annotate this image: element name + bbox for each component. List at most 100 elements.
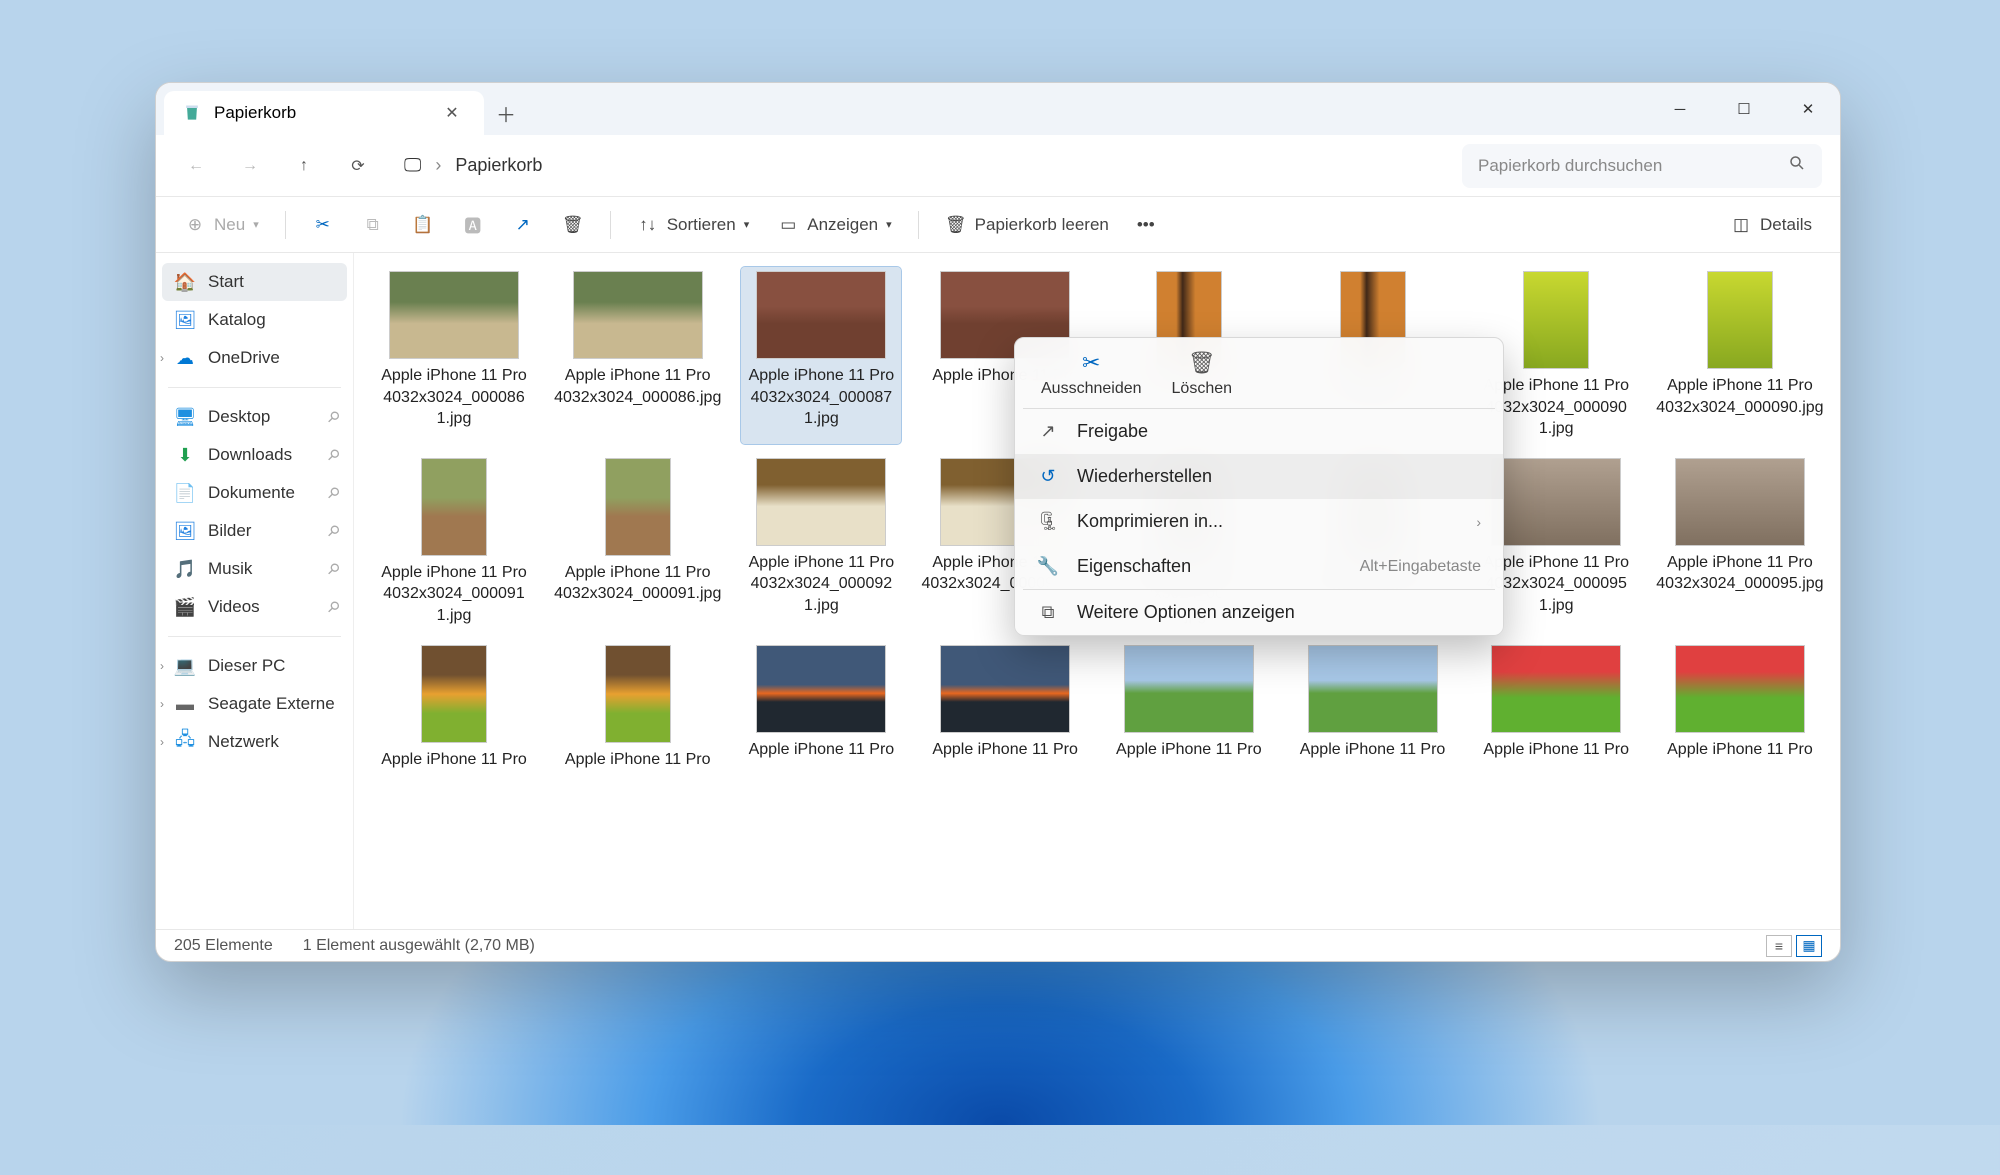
ctx-share[interactable]: ↗ Freigabe bbox=[1015, 409, 1503, 454]
forward-button[interactable]: → bbox=[228, 146, 272, 186]
file-item[interactable]: Apple iPhone 11 Pro 4032x3024_000086.jpg bbox=[558, 267, 718, 444]
rename-icon: 🅰 bbox=[462, 214, 484, 236]
ctx-more-options[interactable]: ⧉ Weitere Optionen anzeigen bbox=[1015, 590, 1503, 635]
chevron-right-icon: › bbox=[435, 155, 441, 176]
back-button[interactable]: ← bbox=[174, 146, 218, 186]
icon-view-button[interactable]: ▦ bbox=[1796, 935, 1822, 957]
list-view-button[interactable]: ≡ bbox=[1766, 935, 1792, 957]
file-name: Apple iPhone 11 Pro 4032x3024_000091.jpg bbox=[554, 562, 721, 605]
chevron-right-icon: › bbox=[1476, 514, 1481, 530]
sidebar-item-downloads[interactable]: ⬇ Downloads⚲ bbox=[162, 436, 347, 474]
pin-icon: ⚲ bbox=[323, 521, 344, 542]
file-name: Apple iPhone 11 Pro 4032x3024_000090.jpg bbox=[1656, 375, 1823, 418]
file-item[interactable]: Apple iPhone 11 Pro bbox=[925, 641, 1085, 775]
tab-recycle-bin[interactable]: Papierkorb ✕ bbox=[164, 91, 484, 135]
file-thumbnail bbox=[573, 271, 703, 359]
sidebar-item-this-pc[interactable]: › 💻 Dieser PC bbox=[162, 647, 347, 685]
sidebar-item-catalog[interactable]: 🖼 Katalog bbox=[162, 301, 347, 339]
search-placeholder: Papierkorb durchsuchen bbox=[1478, 156, 1662, 176]
file-item[interactable]: Apple iPhone 11 Pro bbox=[374, 641, 534, 775]
sidebar-item-seagate[interactable]: › ▬ Seagate Externe bbox=[162, 685, 347, 723]
file-item[interactable]: Apple iPhone 11 Pro 4032x3024_000090.jpg bbox=[1660, 267, 1820, 444]
sidebar-item-music[interactable]: 🎵 Musik⚲ bbox=[162, 550, 347, 588]
refresh-button[interactable]: ⟳ bbox=[336, 146, 380, 186]
file-explorer-window: Papierkorb ✕ ＋ ─ ☐ ✕ ← → ↑ ⟳ 🖵 › Papierk… bbox=[155, 82, 1841, 962]
file-thumbnail bbox=[1308, 645, 1438, 733]
more-button[interactable]: ••• bbox=[1127, 205, 1165, 245]
file-thumbnail bbox=[756, 271, 886, 359]
recycle-bin-icon bbox=[182, 103, 202, 123]
file-name: Apple iPhone 11 Pro bbox=[1116, 739, 1262, 761]
file-name: Apple iPhone 11 Pro bbox=[749, 739, 895, 761]
body: 🏠 Start 🖼 Katalog › ☁ OneDrive 🖥 Desktop… bbox=[156, 253, 1840, 929]
file-item[interactable]: Apple iPhone 11 Pro 4032x3024_000086 1.j… bbox=[374, 267, 534, 444]
cut-button[interactable]: ✂ bbox=[302, 205, 344, 245]
file-item[interactable]: Apple iPhone 11 Pro bbox=[741, 641, 901, 775]
copy-button[interactable]: ⧉ bbox=[352, 205, 394, 245]
file-thumbnail bbox=[1523, 271, 1589, 369]
empty-recycle-bin-button[interactable]: 🗑 Papierkorb leeren bbox=[935, 205, 1119, 245]
view-button[interactable]: ▭ Anzeigen ▾ bbox=[767, 205, 901, 245]
search-icon bbox=[1788, 154, 1806, 177]
chevron-down-icon: ▾ bbox=[886, 218, 892, 231]
file-name: Apple iPhone 11 Pro bbox=[1667, 739, 1813, 761]
file-thumbnail bbox=[756, 458, 886, 546]
file-item[interactable]: Apple iPhone 11 Pro 4032x3024_000095.jpg bbox=[1660, 454, 1820, 631]
sidebar-item-onedrive[interactable]: › ☁ OneDrive bbox=[162, 339, 347, 377]
file-item[interactable]: Apple iPhone 11 Pro 4032x3024_000087 1.j… bbox=[741, 267, 901, 444]
ctx-compress[interactable]: 🗜 Komprimieren in... › bbox=[1015, 499, 1503, 544]
pictures-icon: 🖼 bbox=[174, 520, 196, 542]
tab-close-button[interactable]: ✕ bbox=[434, 95, 470, 131]
sidebar-item-videos[interactable]: 🎬 Videos⚲ bbox=[162, 588, 347, 626]
file-name: Apple iPhone 11 Pro bbox=[381, 749, 527, 771]
file-thumbnail bbox=[389, 271, 519, 359]
tab-bar: Papierkorb ✕ ＋ ─ ☐ ✕ bbox=[156, 83, 1840, 135]
file-name: Apple iPhone 11 Pro 4032x3024_000091 1.j… bbox=[378, 562, 530, 627]
new-tab-button[interactable]: ＋ bbox=[484, 91, 528, 135]
rename-button[interactable]: 🅰 bbox=[452, 205, 494, 245]
file-item[interactable]: Apple iPhone 11 Pro bbox=[1476, 641, 1636, 775]
file-name: Apple iPhone 11 Pro bbox=[1300, 739, 1446, 761]
ctx-restore[interactable]: ↺ Wiederherstellen bbox=[1015, 454, 1503, 499]
sidebar-item-desktop[interactable]: 🖥 Desktop⚲ bbox=[162, 398, 347, 436]
new-button[interactable]: ⊕ Neu ▾ bbox=[174, 205, 269, 245]
minimize-button[interactable]: ─ bbox=[1648, 83, 1712, 135]
sidebar-item-home[interactable]: 🏠 Start bbox=[162, 263, 347, 301]
file-item[interactable]: Apple iPhone 11 Pro bbox=[1660, 641, 1820, 775]
share-button[interactable]: ↗ bbox=[502, 205, 544, 245]
copy-icon: ⧉ bbox=[362, 214, 384, 236]
close-button[interactable]: ✕ bbox=[1776, 83, 1840, 135]
paste-button[interactable]: 📋 bbox=[402, 205, 444, 245]
file-item[interactable]: Apple iPhone 11 Pro 4032x3024_000091.jpg bbox=[558, 454, 718, 631]
sidebar-item-network[interactable]: › 🖧 Netzwerk bbox=[162, 723, 347, 761]
address-bar: ← → ↑ ⟳ 🖵 › Papierkorb Papierkorb durchs… bbox=[156, 135, 1840, 197]
music-icon: 🎵 bbox=[174, 558, 196, 580]
external-icon: ⧉ bbox=[1037, 602, 1059, 623]
sidebar-item-documents[interactable]: 📄 Dokumente⚲ bbox=[162, 474, 347, 512]
maximize-button[interactable]: ☐ bbox=[1712, 83, 1776, 135]
desktop-icon: 🖥 bbox=[174, 406, 196, 428]
ctx-properties[interactable]: 🔧 Eigenschaften Alt+Eingabetaste bbox=[1015, 544, 1503, 589]
file-grid-area[interactable]: Apple iPhone 11 Pro 4032x3024_000086 1.j… bbox=[354, 253, 1840, 929]
status-selection: 1 Element ausgewählt (2,70 MB) bbox=[303, 937, 535, 955]
ctx-delete-button[interactable]: 🗑 Löschen bbox=[1172, 350, 1233, 398]
details-pane-button[interactable]: ◫ Details bbox=[1720, 205, 1822, 245]
file-item[interactable]: Apple iPhone 11 Pro 4032x3024_000091 1.j… bbox=[374, 454, 534, 631]
delete-button[interactable]: 🗑 bbox=[552, 205, 594, 245]
chevron-down-icon: ▾ bbox=[253, 218, 259, 231]
file-item[interactable]: Apple iPhone 11 Pro bbox=[558, 641, 718, 775]
view-mode-buttons: ≡ ▦ bbox=[1766, 935, 1822, 957]
sidebar-item-pictures[interactable]: 🖼 Bilder⚲ bbox=[162, 512, 347, 550]
pin-icon: ⚲ bbox=[323, 483, 344, 504]
file-item[interactable]: Apple iPhone 11 Pro bbox=[1293, 641, 1453, 775]
file-item[interactable]: Apple iPhone 11 Pro bbox=[1109, 641, 1269, 775]
up-button[interactable]: ↑ bbox=[282, 146, 326, 186]
pc-icon: 💻 bbox=[174, 655, 196, 677]
window-controls: ─ ☐ ✕ bbox=[1648, 83, 1840, 135]
ctx-cut-button[interactable]: ✂ Ausschneiden bbox=[1041, 350, 1142, 398]
breadcrumb[interactable]: 🖵 › Papierkorb bbox=[390, 144, 1452, 188]
download-icon: ⬇ bbox=[174, 444, 196, 466]
sort-button[interactable]: ↑↓ Sortieren ▾ bbox=[627, 205, 760, 245]
file-item[interactable]: Apple iPhone 11 Pro 4032x3024_000092 1.j… bbox=[741, 454, 901, 631]
search-input[interactable]: Papierkorb durchsuchen bbox=[1462, 144, 1822, 188]
